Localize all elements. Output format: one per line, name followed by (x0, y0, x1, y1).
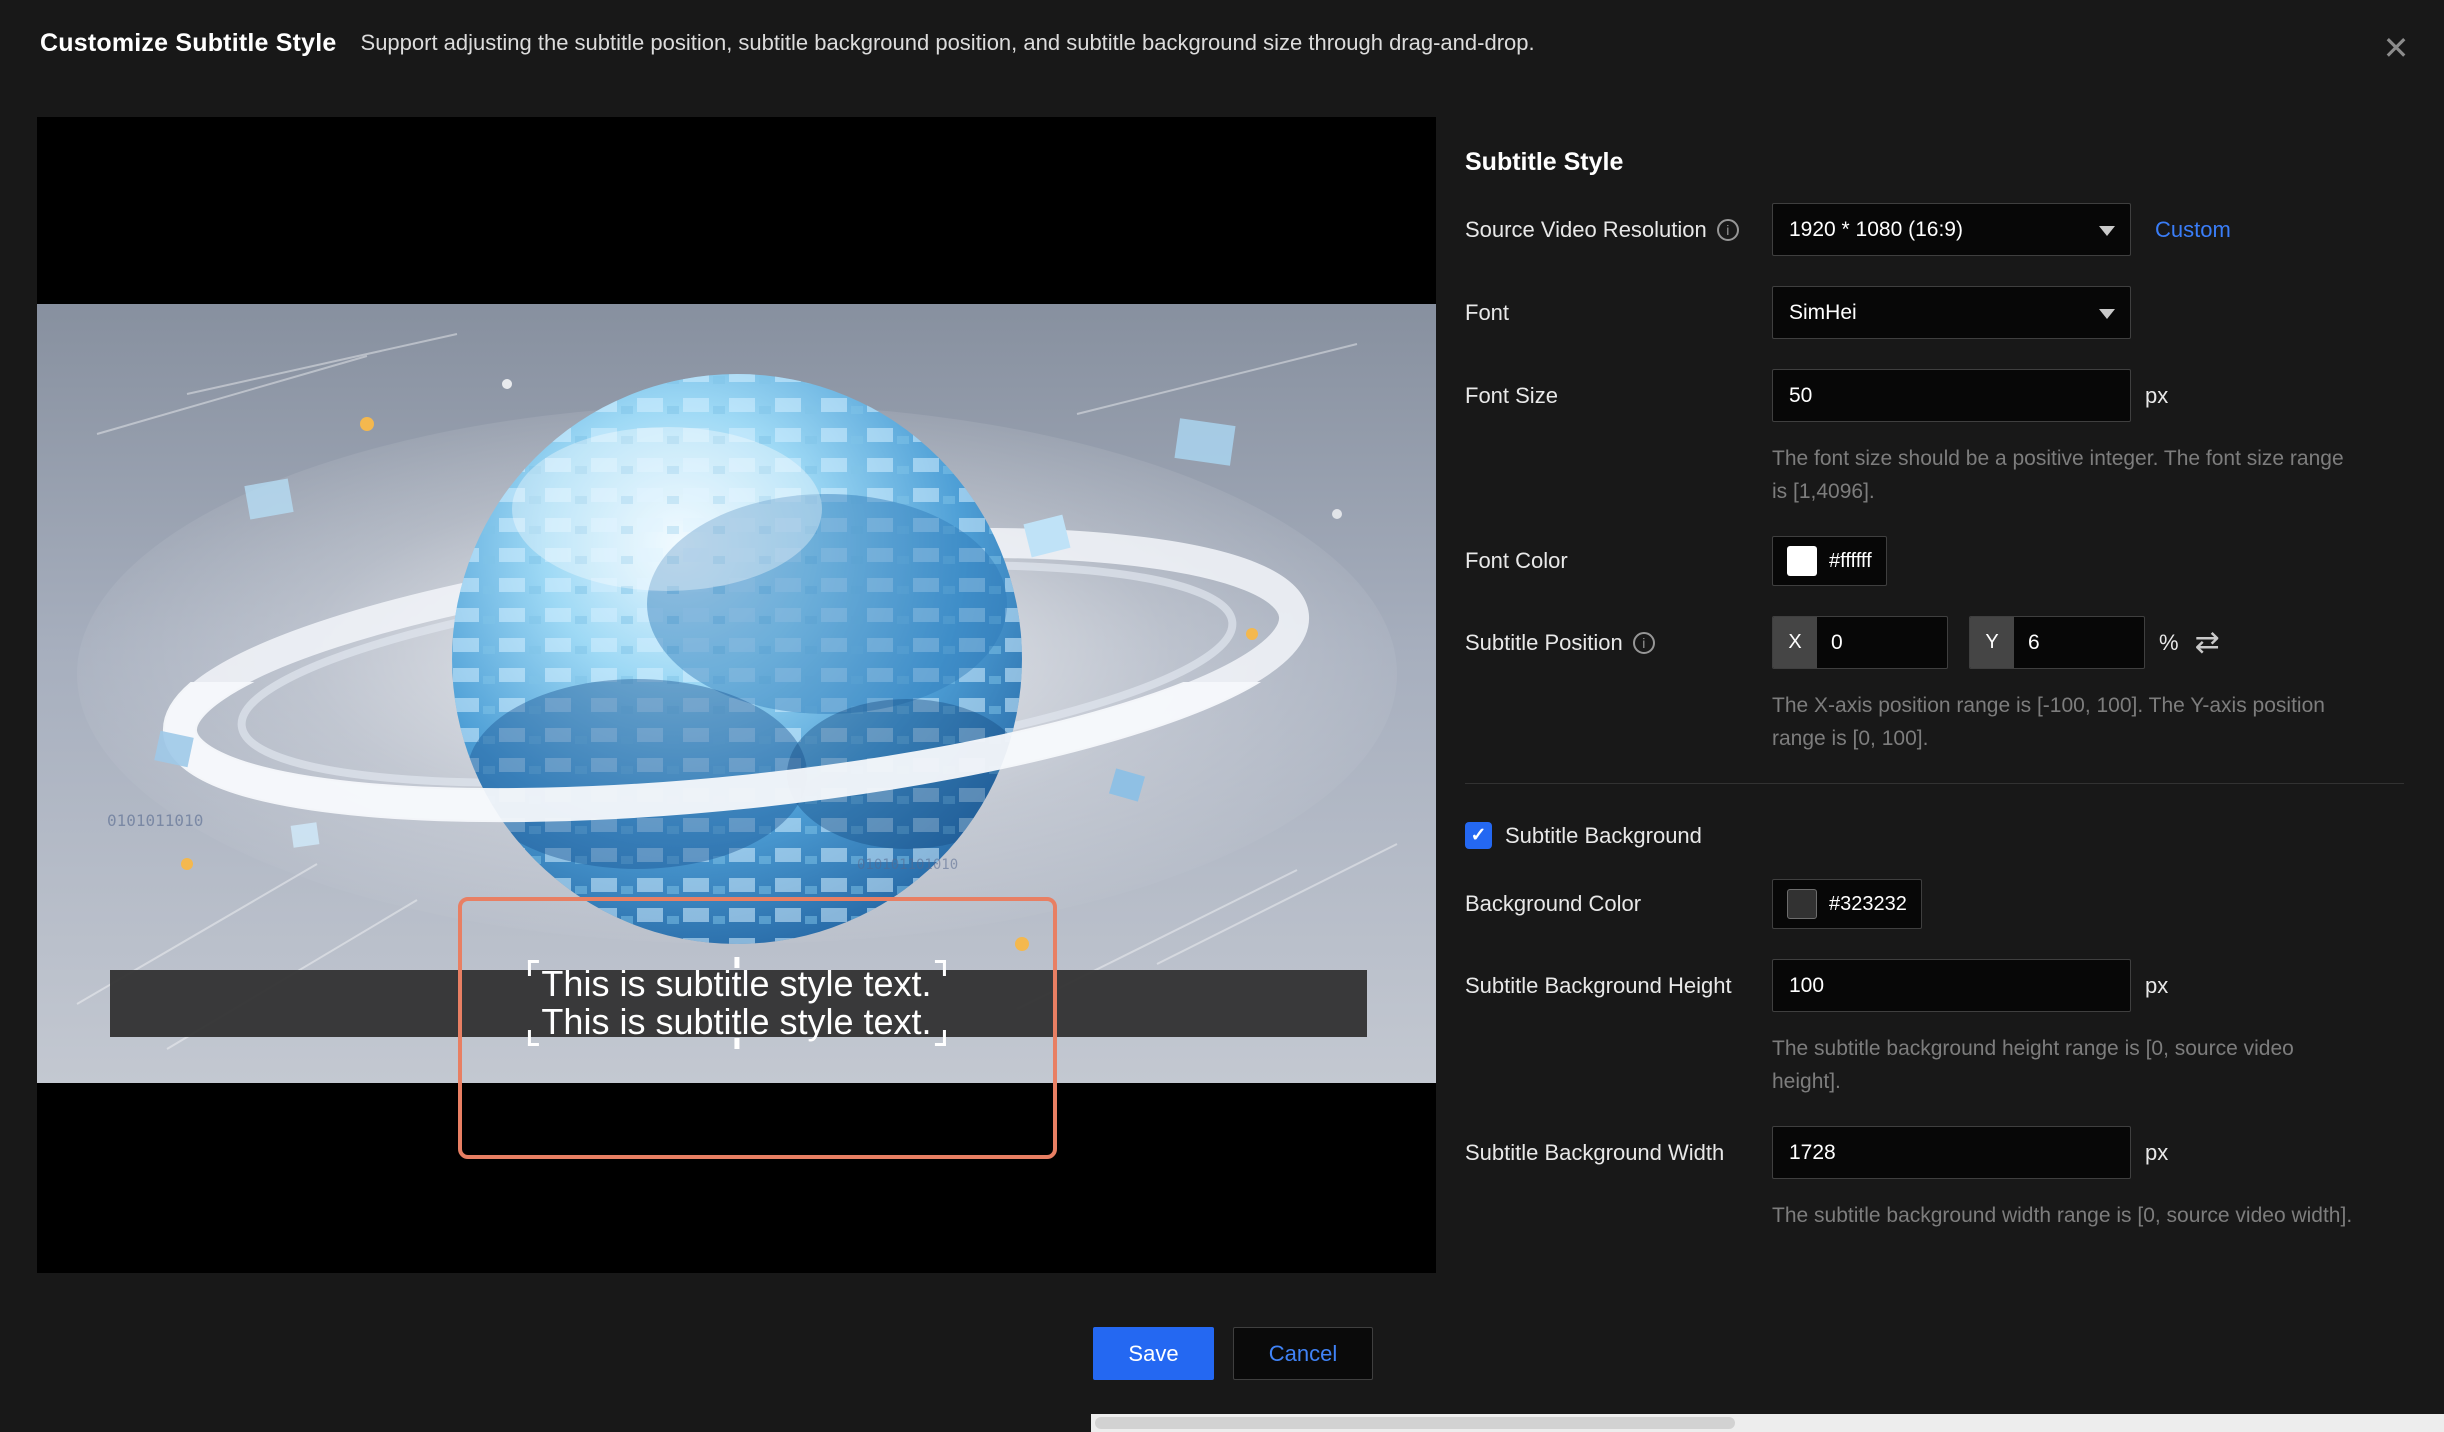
save-button[interactable]: Save (1093, 1327, 1214, 1380)
position-x-group: X (1772, 616, 1948, 669)
resolution-select[interactable]: 1920 * 1080 (16:9) (1772, 203, 2131, 256)
font-value: SimHei (1789, 301, 1857, 325)
info-icon[interactable]: i (1633, 632, 1655, 654)
chevron-down-icon (2099, 226, 2115, 236)
check-icon: ✓ (1471, 824, 1487, 847)
font-color-picker[interactable]: #ffffff (1772, 536, 1887, 586)
custom-resolution-link[interactable]: Custom (2155, 217, 2231, 243)
font-color-value: #ffffff (1829, 550, 1872, 573)
font-select[interactable]: SimHei (1772, 286, 2131, 339)
close-icon[interactable]: ✕ (2374, 26, 2418, 70)
info-icon[interactable]: i (1717, 219, 1739, 241)
dialog-description: Support adjusting the subtitle position,… (361, 30, 1535, 56)
scrollbar-thumb[interactable] (1095, 1417, 1735, 1429)
panel-title: Subtitle Style (1465, 148, 2404, 177)
position-unit: % (2159, 630, 2179, 656)
background-width-row: Subtitle Background Width px (1465, 1126, 2404, 1179)
resolution-label: Source Video Resolution i (1465, 217, 1772, 243)
swap-axes-icon[interactable]: ⇄ (2195, 628, 2220, 658)
subtitle-position-hint: The X-axis position range is [-100, 100]… (1772, 689, 2357, 755)
background-height-row: Subtitle Background Height px (1465, 959, 2404, 1012)
horizontal-scrollbar[interactable] (1091, 1414, 2444, 1432)
dialog-header: Customize Subtitle Style Support adjusti… (0, 0, 2444, 86)
background-height-input[interactable] (1772, 959, 2131, 1012)
font-row: Font SimHei (1465, 286, 2404, 339)
position-x-input[interactable] (1817, 617, 1947, 668)
font-color-swatch-icon (1787, 546, 1817, 576)
font-color-row: Font Color #ffffff (1465, 536, 2404, 586)
subtitle-style-panel: Subtitle Style Source Video Resolution i… (1465, 148, 2404, 1260)
subtitle-background-checkbox-label[interactable]: Subtitle Background (1505, 823, 1702, 849)
video-preview-area: 0101011010 010101101010 This is subtitle… (37, 117, 1436, 1273)
subtitle-background-checkbox[interactable]: ✓ (1465, 822, 1492, 849)
background-color-row: Background Color #323232 (1465, 879, 2404, 929)
chevron-down-icon (2099, 309, 2115, 319)
font-size-input[interactable] (1772, 369, 2131, 422)
font-size-label: Font Size (1465, 383, 1772, 409)
dialog-footer: Save Cancel (1093, 1327, 1373, 1380)
background-height-hint: The subtitle background height range is … (1772, 1032, 2357, 1098)
font-label: Font (1465, 300, 1772, 326)
background-height-label: Subtitle Background Height (1465, 973, 1772, 999)
svg-text:010101101010: 010101101010 (857, 857, 958, 873)
subtitle-position-label: Subtitle Position i (1465, 630, 1772, 656)
customize-subtitle-style-dialog: Customize Subtitle Style Support adjusti… (0, 0, 2444, 1432)
position-y-group: Y (1969, 616, 2145, 669)
cancel-button[interactable]: Cancel (1233, 1327, 1373, 1380)
position-y-input[interactable] (2014, 617, 2144, 668)
resolution-row: Source Video Resolution i 1920 * 1080 (1… (1465, 203, 2404, 256)
background-color-swatch-icon (1787, 889, 1817, 919)
position-y-chip: Y (1970, 617, 2014, 668)
resolution-value: 1920 * 1080 (16:9) (1789, 218, 1963, 242)
background-height-unit: px (2145, 973, 2168, 999)
dialog-title: Customize Subtitle Style (40, 29, 337, 58)
background-width-unit: px (2145, 1140, 2168, 1166)
subtitle-position-row: Subtitle Position i X Y % ⇄ (1465, 616, 2404, 669)
position-x-chip: X (1773, 617, 1817, 668)
background-color-value: #323232 (1829, 893, 1907, 916)
font-size-hint: The font size should be a positive integ… (1772, 442, 2357, 508)
subtitle-background-toggle-row: ✓ Subtitle Background (1465, 822, 2404, 849)
font-size-unit: px (2145, 383, 2168, 409)
font-size-row: Font Size px (1465, 369, 2404, 422)
background-width-label: Subtitle Background Width (1465, 1140, 1772, 1166)
font-color-label: Font Color (1465, 548, 1772, 574)
subtitle-drag-selection[interactable] (458, 897, 1057, 1159)
svg-text:0101011010: 0101011010 (107, 811, 203, 830)
background-width-hint: The subtitle background width range is [… (1772, 1199, 2357, 1232)
section-divider (1465, 783, 2404, 784)
background-color-picker[interactable]: #323232 (1772, 879, 1922, 929)
background-width-input[interactable] (1772, 1126, 2131, 1179)
background-color-label: Background Color (1465, 891, 1772, 917)
